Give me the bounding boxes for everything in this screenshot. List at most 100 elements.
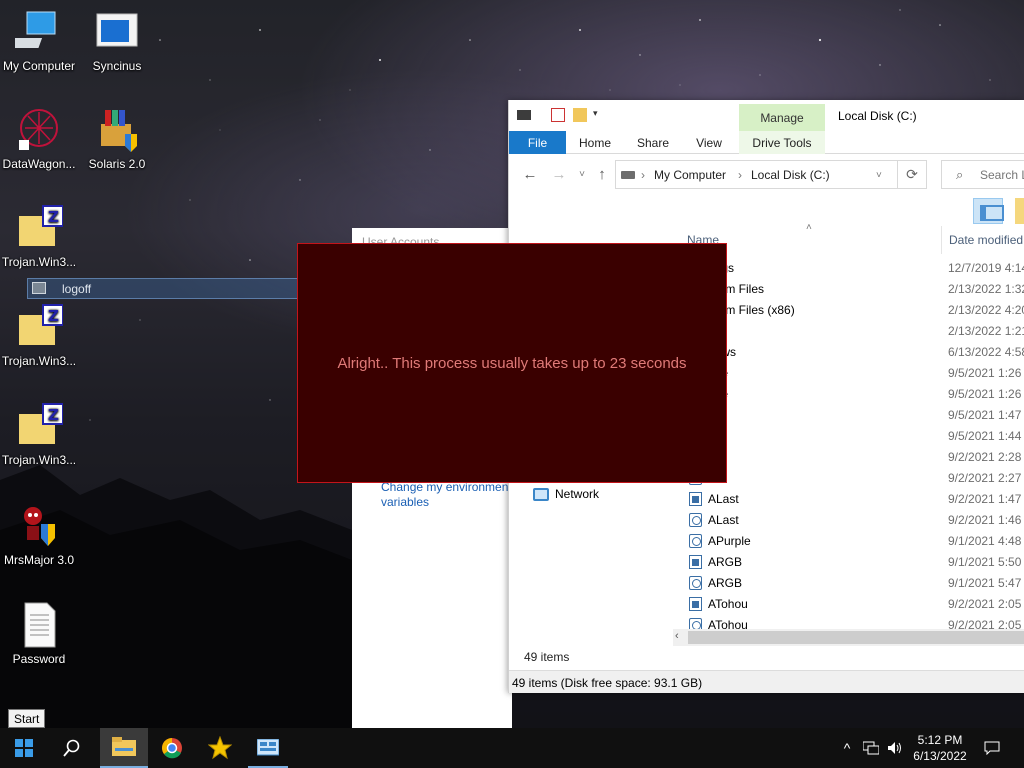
desktop-icon-trojan-2[interactable]: Z Trojan.Win3... xyxy=(0,303,78,368)
status-bar: 49 items (Disk free space: 93.1 GB) xyxy=(509,670,1024,693)
scroll-left-icon[interactable]: ‹ xyxy=(675,630,679,642)
folder-view-icon[interactable] xyxy=(1015,198,1024,224)
scrollbar-thumb[interactable] xyxy=(688,631,1024,644)
desktop-icon-syncinus[interactable]: Syncinus xyxy=(78,8,156,73)
search-input[interactable]: ⌕ Search L xyxy=(941,160,1024,189)
file-row[interactable]: APurple 9/1/2021 4:48 P xyxy=(509,531,1024,552)
tab-file[interactable]: File xyxy=(509,131,566,154)
start-tooltip: Start xyxy=(8,709,46,728)
up-arrow-icon[interactable]: ↑ xyxy=(593,166,611,184)
overlay-message: Alright.. This process usually takes up … xyxy=(337,354,687,372)
file-date-modified: 9/1/2021 4:48 P xyxy=(948,534,1024,548)
nav-item-network[interactable]: Network xyxy=(533,487,599,501)
breadcrumb-local-disk[interactable]: Local Disk (C:) xyxy=(751,168,830,182)
search-placeholder: Search L xyxy=(980,168,1024,182)
search-button[interactable] xyxy=(48,728,96,768)
desktop-icon-trojan-3[interactable]: Z Trojan.Win3... xyxy=(0,402,78,467)
logoff-label: logoff xyxy=(62,282,92,296)
file-explorer-icon xyxy=(112,737,136,756)
wallpaper-mountains xyxy=(0,465,352,728)
forward-arrow-icon[interactable]: → xyxy=(550,166,568,184)
file-name: ARGB xyxy=(708,555,743,569)
desktop-icon-password[interactable]: Password xyxy=(0,601,78,666)
svg-text:Z: Z xyxy=(48,307,59,325)
volume-icon[interactable] xyxy=(884,728,906,768)
application-icon xyxy=(689,597,702,611)
file-date-modified: 12/7/2019 4:14 xyxy=(948,261,1024,275)
app-window-icon xyxy=(93,8,141,56)
drive-icon xyxy=(517,110,531,120)
view-toolbar xyxy=(509,195,1024,227)
ribbon-tabs: File Home Share View Drive Tools xyxy=(509,131,1024,154)
taskbar-clock[interactable]: 5:12 PM 6/13/2022 xyxy=(905,732,975,764)
file-date-modified: 9/2/2021 2:05 P xyxy=(948,597,1024,611)
taskbar-file-explorer[interactable] xyxy=(100,728,148,768)
text-document-icon xyxy=(15,601,63,649)
desktop-icon-trojan-1[interactable]: Z Trojan.Win3... xyxy=(0,204,78,269)
process-overlay: Alright.. This process usually takes up … xyxy=(297,243,727,483)
new-folder-icon[interactable] xyxy=(573,108,587,122)
drive-icon xyxy=(621,171,635,179)
desktop-icon-my-computer[interactable]: My Computer xyxy=(0,8,78,73)
clock-date: 6/13/2022 xyxy=(913,749,967,763)
horizontal-scrollbar[interactable]: ‹ xyxy=(673,629,1024,646)
network-tray-icon[interactable] xyxy=(860,728,882,768)
change-environment-variables-link[interactable]: Change my environment variables xyxy=(381,480,521,510)
file-name: ARGB xyxy=(708,576,743,590)
back-arrow-icon[interactable]: ← xyxy=(521,166,539,184)
tab-drive-tools[interactable]: Drive Tools xyxy=(739,131,825,154)
taskbar-chrome[interactable] xyxy=(148,728,196,768)
desktop-icon-label: Syncinus xyxy=(92,59,142,73)
tab-view[interactable]: View xyxy=(685,131,733,154)
recent-locations-chevron-icon[interactable]: ˅ xyxy=(573,166,591,184)
column-header-date-modified[interactable]: Date modified xyxy=(941,226,1024,254)
clock-time: 5:12 PM xyxy=(917,733,963,747)
file-row[interactable]: ATohou 9/2/2021 2:05 P xyxy=(509,594,1024,615)
sort-ascending-icon: ˄ xyxy=(806,222,812,233)
file-date-modified: 9/2/2021 1:46 P xyxy=(948,513,1024,527)
start-button[interactable] xyxy=(0,728,48,768)
zipped-folder-icon: Z xyxy=(15,303,64,351)
file-name: ATohou xyxy=(708,597,748,611)
breadcrumb-my-computer[interactable]: My Computer xyxy=(654,168,726,182)
control-panel-icon xyxy=(257,739,279,756)
chevron-down-icon[interactable]: ˅ xyxy=(876,170,882,181)
desktop-icon-datawagon[interactable]: DataWagon... xyxy=(0,106,78,171)
zipped-folder-icon: Z xyxy=(15,402,64,450)
zipped-folder-icon: Z xyxy=(15,204,64,252)
details-view-icon[interactable] xyxy=(973,198,1004,224)
application-icon xyxy=(689,555,702,569)
breadcrumb-separator-icon: › xyxy=(641,168,645,182)
desktop-icon-label: My Computer xyxy=(2,59,76,73)
installer-box-icon xyxy=(93,106,141,154)
desktop-icon-solaris[interactable]: Solaris 2.0 xyxy=(78,106,156,171)
properties-icon[interactable] xyxy=(551,108,565,122)
network-icon xyxy=(533,488,549,501)
notifications-icon[interactable] xyxy=(980,728,1004,768)
file-row[interactable]: ARGB 9/1/2021 5:50 P xyxy=(509,552,1024,573)
breadcrumb-separator-icon: › xyxy=(738,168,742,182)
refresh-icon[interactable]: ⟳ xyxy=(898,160,927,189)
file-date-modified: 9/5/2021 1:26 P xyxy=(948,366,1024,380)
desktop-icon-label: DataWagon... xyxy=(2,157,76,171)
chevron-down-icon[interactable]: ▾ xyxy=(593,108,607,122)
search-icon: ⌕ xyxy=(956,167,964,182)
windows-logo-icon xyxy=(15,739,33,757)
show-hidden-icons-chevron-icon[interactable]: ^ xyxy=(838,728,856,768)
screensaver-icon xyxy=(689,576,702,590)
desktop-icon-label: Trojan.Win3... xyxy=(1,354,77,368)
svg-text:Z: Z xyxy=(48,406,59,424)
taskbar-control-panel[interactable] xyxy=(244,728,292,768)
desktop-icon-mrsmajor[interactable]: MrsMajor 3.0 xyxy=(0,502,78,567)
file-row[interactable]: ARGB 9/1/2021 5:47 P xyxy=(509,573,1024,594)
svg-text:Z: Z xyxy=(48,208,59,226)
screensaver-icon xyxy=(689,513,702,527)
address-bar[interactable]: › My Computer › Local Disk (C:) ˅ xyxy=(615,160,898,189)
file-date-modified: 9/5/2021 1:26 P xyxy=(948,387,1024,401)
taskbar: ^ 5:12 PM 6/13/2022 xyxy=(0,728,1024,768)
taskbar-star-app[interactable] xyxy=(196,728,244,768)
file-row[interactable]: ALast 9/2/2021 1:46 P xyxy=(509,510,1024,531)
tab-home[interactable]: Home xyxy=(569,131,621,154)
tab-share[interactable]: Share xyxy=(629,131,677,154)
manage-context-tab[interactable]: Manage xyxy=(739,104,825,131)
